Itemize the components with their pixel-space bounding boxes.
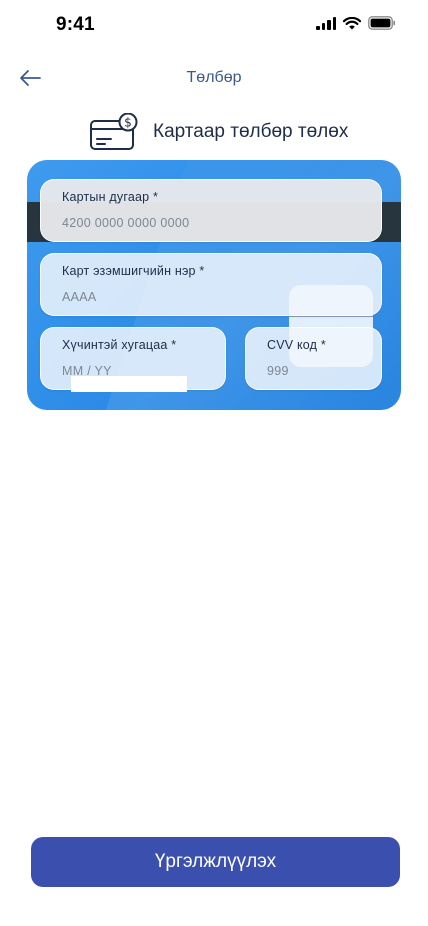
- expiry-label: Хүчинтэй хугацаа *: [62, 338, 177, 352]
- card-number-field[interactable]: Картын дугаар * 4200 0000 0000 0000: [40, 179, 382, 242]
- battery-icon: [368, 16, 396, 30]
- wifi-icon: [343, 16, 361, 29]
- card-holder-input[interactable]: АААА: [62, 290, 97, 304]
- nav-bar: Төлбөр: [0, 58, 428, 98]
- cvv-input[interactable]: 999: [267, 364, 289, 378]
- svg-text:$: $: [124, 116, 132, 130]
- signature-line: [289, 316, 373, 317]
- credit-card-dollar-icon: $: [90, 113, 138, 150]
- card-holder-field[interactable]: Карт эзэмшигчийн нэр * АААА: [40, 253, 382, 316]
- section-title: Картаар төлбөр төлөх: [153, 121, 349, 142]
- status-bar: 9:41: [0, 0, 428, 50]
- expiry-highlight: [71, 376, 187, 392]
- card-number-label: Картын дугаар *: [62, 190, 159, 204]
- continue-button[interactable]: Үргэлжлүүлэх: [31, 837, 400, 887]
- payment-card-form: Картын дугаар * 4200 0000 0000 0000 Карт…: [27, 160, 401, 410]
- expiry-field[interactable]: Хүчинтэй хугацаа * MM / YY: [40, 327, 226, 392]
- cvv-label: CVV код *: [267, 338, 326, 352]
- card-holder-label: Карт эзэмшигчийн нэр *: [62, 264, 205, 278]
- page-title: Төлбөр: [186, 69, 242, 86]
- status-icons: [316, 16, 396, 30]
- cellular-signal-icon: [316, 16, 336, 30]
- section-header: $ Картаар төлбөр төлөх: [89, 112, 348, 152]
- status-time: 9:41: [56, 14, 95, 35]
- card-number-input[interactable]: 4200 0000 0000 0000: [62, 216, 189, 230]
- cvv-field[interactable]: CVV код * 999: [245, 327, 382, 390]
